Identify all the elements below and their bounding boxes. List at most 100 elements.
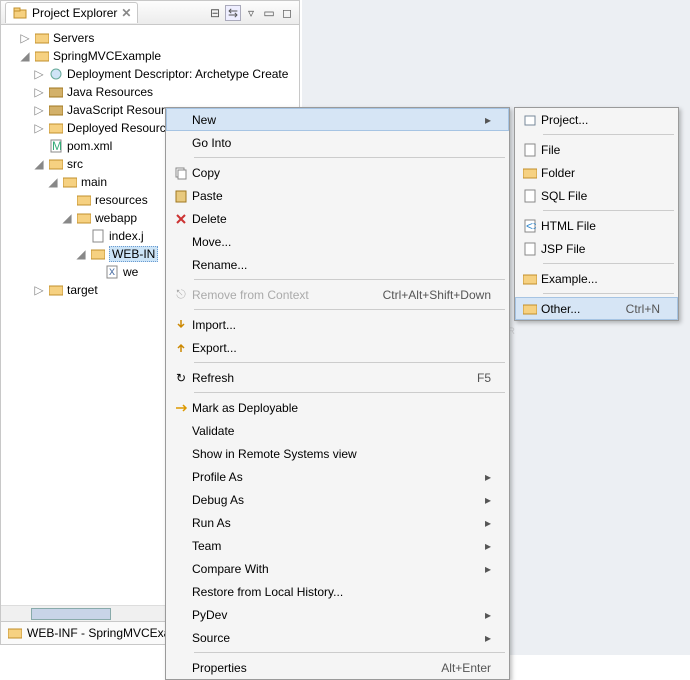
svg-text:<>: <> bbox=[526, 219, 536, 233]
expand-icon[interactable]: ▷ bbox=[33, 67, 45, 81]
submenu-other[interactable]: Other...Ctrl+N bbox=[515, 297, 678, 320]
project-wizard-icon bbox=[519, 113, 541, 127]
separator bbox=[194, 157, 505, 158]
svg-text:M: M bbox=[52, 139, 62, 153]
submenu-arrow-icon: ▸ bbox=[485, 608, 491, 622]
submenu-arrow-icon: ▸ bbox=[485, 113, 491, 127]
submenu-folder[interactable]: Folder bbox=[515, 161, 678, 184]
package-icon bbox=[48, 102, 64, 118]
expand-icon[interactable]: ▷ bbox=[33, 121, 45, 135]
submenu-arrow-icon: ▸ bbox=[485, 493, 491, 507]
menu-import[interactable]: Import... bbox=[166, 313, 509, 336]
expand-icon[interactable]: ▷ bbox=[19, 31, 31, 45]
example-icon bbox=[519, 273, 541, 285]
context-menu[interactable]: New▸ Go Into Copy Paste Delete Move... R… bbox=[165, 107, 510, 680]
menu-restore-history[interactable]: Restore from Local History... bbox=[166, 580, 509, 603]
link-editor-icon[interactable]: ⇆ bbox=[225, 5, 241, 21]
submenu-file[interactable]: File bbox=[515, 138, 678, 161]
separator bbox=[194, 362, 505, 363]
html-file-icon: <> bbox=[519, 219, 541, 233]
menu-copy[interactable]: Copy bbox=[166, 161, 509, 184]
sql-file-icon bbox=[519, 189, 541, 203]
menu-compare-with[interactable]: Compare With▸ bbox=[166, 557, 509, 580]
menu-source[interactable]: Source▸ bbox=[166, 626, 509, 649]
menu-export[interactable]: Export... bbox=[166, 336, 509, 359]
menu-team[interactable]: Team▸ bbox=[166, 534, 509, 557]
folder-icon bbox=[519, 167, 541, 179]
folder-icon bbox=[34, 30, 50, 46]
menu-paste[interactable]: Paste bbox=[166, 184, 509, 207]
folder-icon bbox=[7, 625, 23, 641]
menu-go-into[interactable]: Go Into bbox=[166, 131, 509, 154]
submenu-jspfile[interactable]: JSP File bbox=[515, 237, 678, 260]
view-tab-bar: Project Explorer ✕ ⊟ ⇆ ▿ ▭ ◻ bbox=[1, 1, 299, 25]
folder-icon bbox=[76, 192, 92, 208]
submenu-arrow-icon: ▸ bbox=[485, 539, 491, 553]
menu-debug-as[interactable]: Debug As▸ bbox=[166, 488, 509, 511]
submenu-project[interactable]: Project... bbox=[515, 108, 678, 131]
tree-node-servers[interactable]: ▷Servers bbox=[5, 29, 299, 47]
menu-validate[interactable]: Validate bbox=[166, 419, 509, 442]
separator bbox=[194, 279, 505, 280]
menu-rename[interactable]: Rename... bbox=[166, 253, 509, 276]
collapse-icon[interactable]: ◢ bbox=[47, 175, 59, 189]
submenu-arrow-icon: ▸ bbox=[485, 562, 491, 576]
delete-icon bbox=[170, 212, 192, 226]
tree-node-project[interactable]: ◢SpringMVCExample bbox=[5, 47, 299, 65]
separator bbox=[543, 293, 674, 294]
menu-new[interactable]: New▸ bbox=[166, 108, 509, 131]
collapse-icon[interactable]: ◢ bbox=[61, 211, 73, 225]
submenu-arrow-icon: ▸ bbox=[485, 470, 491, 484]
folder-icon bbox=[48, 282, 64, 298]
menu-profile-as[interactable]: Profile As▸ bbox=[166, 465, 509, 488]
menu-delete[interactable]: Delete bbox=[166, 207, 509, 230]
submenu-htmlfile[interactable]: <>HTML File bbox=[515, 214, 678, 237]
collapse-icon[interactable]: ◢ bbox=[75, 247, 87, 261]
menu-move[interactable]: Move... bbox=[166, 230, 509, 253]
view-menu-icon[interactable]: ▿ bbox=[243, 5, 259, 21]
navigator-icon bbox=[12, 5, 28, 21]
project-explorer-tab[interactable]: Project Explorer ✕ bbox=[5, 2, 138, 23]
submenu-example[interactable]: Example... bbox=[515, 267, 678, 290]
separator bbox=[194, 652, 505, 653]
collapse-icon[interactable]: ◢ bbox=[19, 49, 31, 63]
collapse-all-icon[interactable]: ⊟ bbox=[207, 5, 223, 21]
expand-icon[interactable]: ▷ bbox=[33, 103, 45, 117]
folder-open-icon bbox=[62, 174, 78, 190]
xml-file-icon: M bbox=[48, 138, 64, 154]
tree-node-dd[interactable]: ▷Deployment Descriptor: Archetype Create bbox=[5, 65, 299, 83]
expand-icon[interactable]: ▷ bbox=[33, 283, 45, 297]
folder-open-icon bbox=[90, 246, 106, 262]
new-submenu[interactable]: Project... File Folder SQL File <>HTML F… bbox=[514, 107, 679, 321]
menu-run-as[interactable]: Run As▸ bbox=[166, 511, 509, 534]
package-icon bbox=[48, 84, 64, 100]
menu-properties[interactable]: PropertiesAlt+Enter bbox=[166, 656, 509, 679]
menu-refresh[interactable]: ↻RefreshF5 bbox=[166, 366, 509, 389]
menu-mark-deployable[interactable]: Mark as Deployable bbox=[166, 396, 509, 419]
xml-file-icon: x bbox=[104, 264, 120, 280]
separator bbox=[194, 392, 505, 393]
svg-text:x: x bbox=[109, 265, 115, 278]
separator bbox=[543, 134, 674, 135]
scrollbar-thumb[interactable] bbox=[31, 608, 111, 620]
refresh-icon: ↻ bbox=[170, 371, 192, 385]
collapse-icon[interactable]: ◢ bbox=[33, 157, 45, 171]
copy-icon bbox=[170, 166, 192, 180]
file-icon bbox=[519, 143, 541, 157]
tree-node-java-resources[interactable]: ▷Java Resources bbox=[5, 83, 299, 101]
export-icon bbox=[170, 341, 192, 355]
folder-icon bbox=[48, 120, 64, 136]
maximize-icon[interactable]: ◻ bbox=[279, 5, 295, 21]
menu-remote-systems[interactable]: Show in Remote Systems view bbox=[166, 442, 509, 465]
remove-context-icon: ⎋ bbox=[170, 287, 192, 302]
project-icon bbox=[34, 48, 50, 64]
tab-title: Project Explorer bbox=[32, 6, 117, 20]
import-icon bbox=[170, 318, 192, 332]
expand-icon[interactable]: ▷ bbox=[33, 85, 45, 99]
submenu-sqlfile[interactable]: SQL File bbox=[515, 184, 678, 207]
minimize-icon[interactable]: ▭ bbox=[261, 5, 277, 21]
close-icon[interactable]: ✕ bbox=[121, 6, 131, 20]
jsp-file-icon bbox=[519, 242, 541, 256]
status-text: WEB-INF - SpringMVCExam bbox=[27, 626, 180, 640]
menu-pydev[interactable]: PyDev▸ bbox=[166, 603, 509, 626]
